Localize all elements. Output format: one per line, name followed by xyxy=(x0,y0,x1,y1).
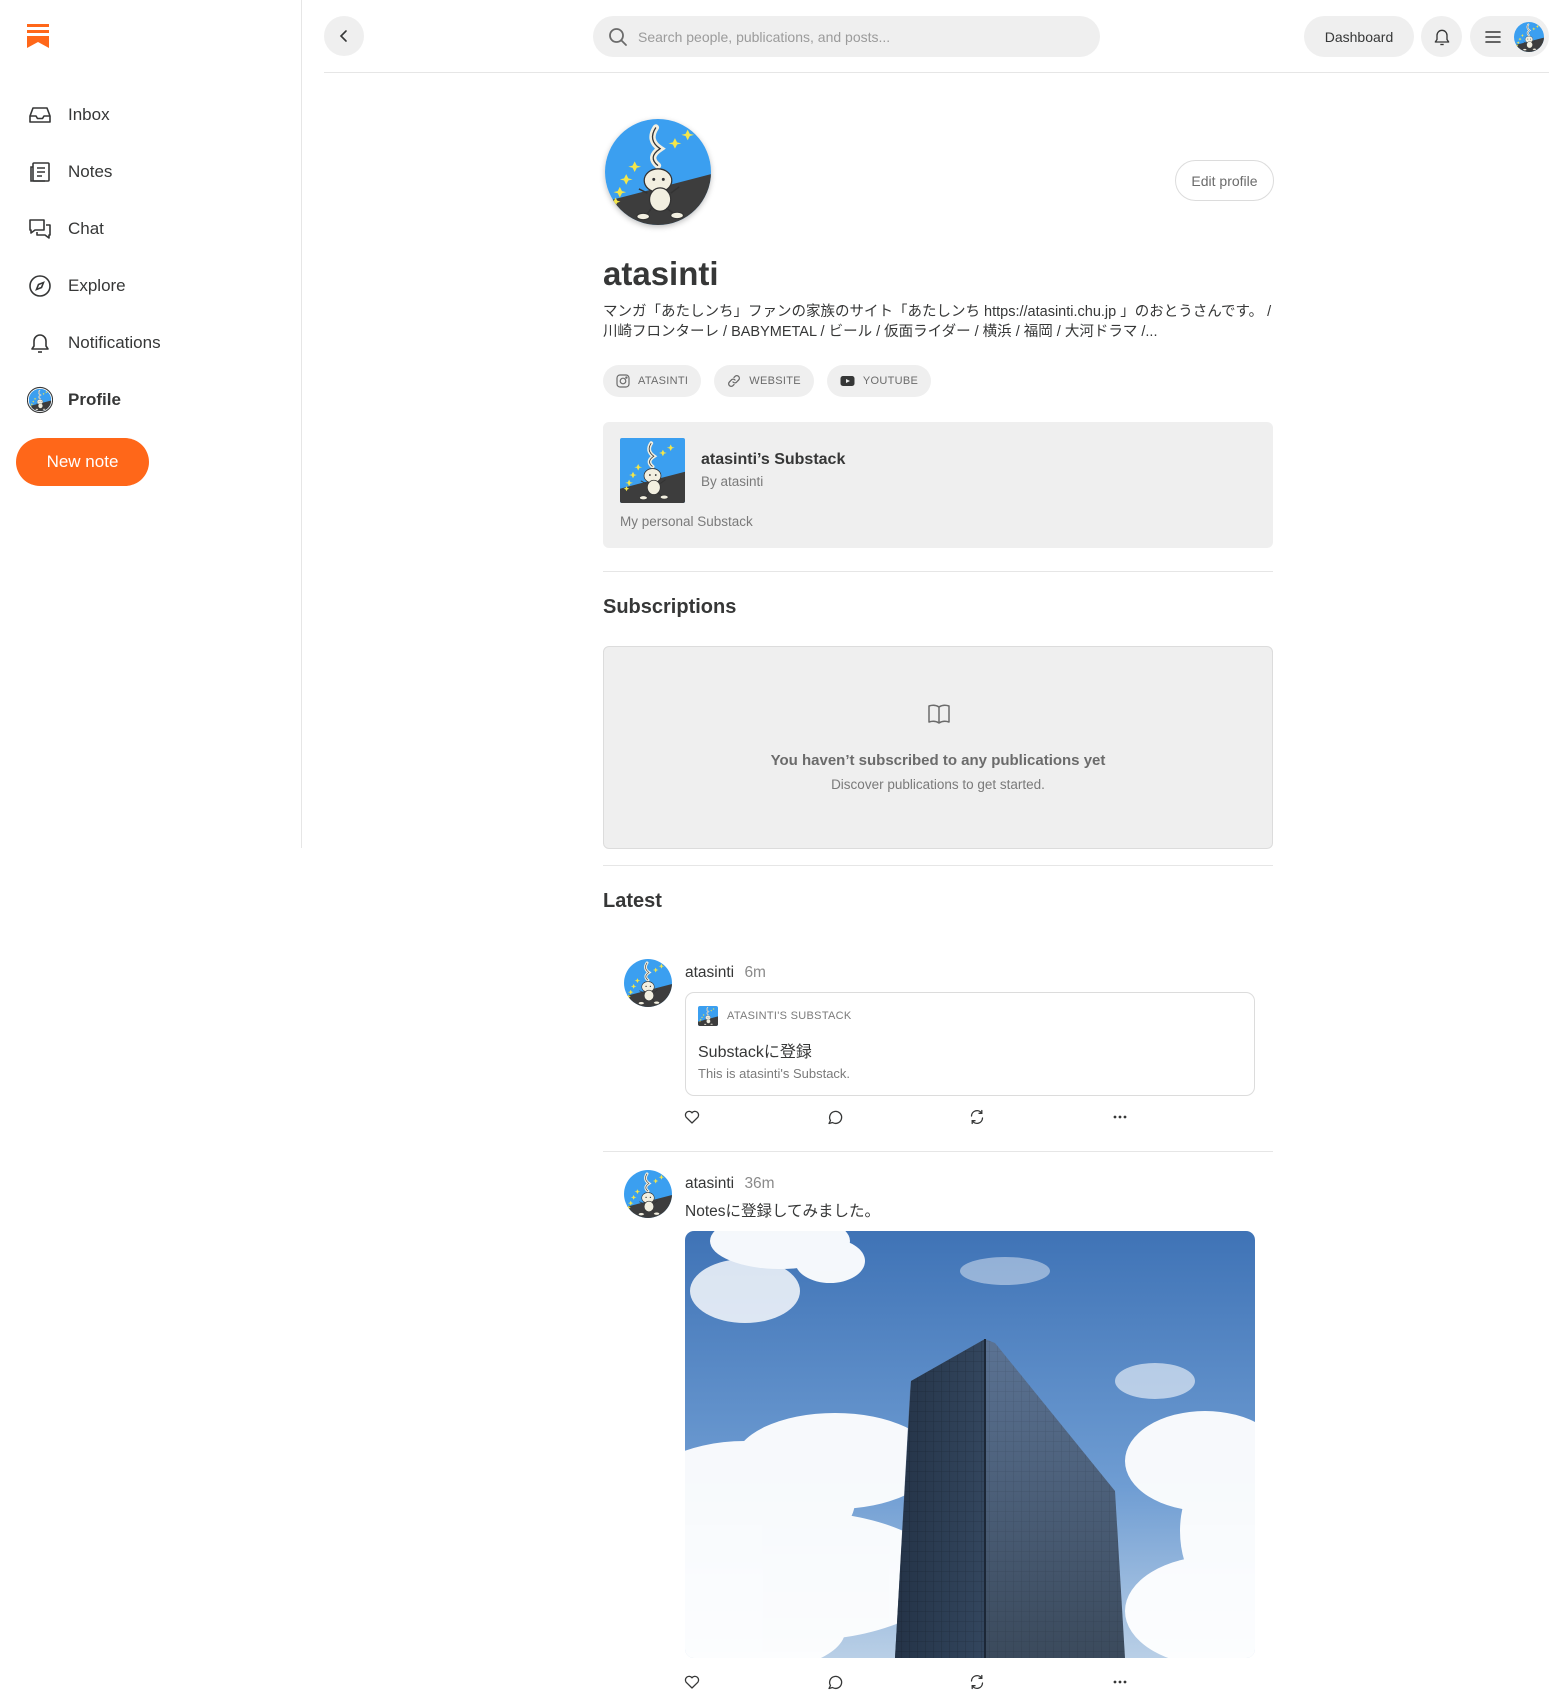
substack-logo-icon[interactable] xyxy=(27,24,49,48)
top-bar: Dashboard xyxy=(324,0,1549,73)
note-time[interactable]: 6m xyxy=(744,964,766,981)
chat-icon xyxy=(27,216,53,242)
empty-state-subtitle: Discover publications to get started. xyxy=(831,777,1045,792)
youtube-icon xyxy=(840,375,855,387)
new-note-button[interactable]: New note xyxy=(16,438,149,486)
sidebar-item-notifications[interactable]: Notifications xyxy=(16,314,286,371)
bell-icon xyxy=(1434,29,1449,45)
note-author[interactable]: atasinti xyxy=(685,964,734,981)
sidebar-item-inbox[interactable]: Inbox xyxy=(16,86,286,143)
sidebar-item-explore[interactable]: Explore xyxy=(16,257,286,314)
profile-name: atasinti xyxy=(603,255,719,292)
edit-profile-button[interactable]: Edit profile xyxy=(1175,160,1274,201)
comment-icon[interactable] xyxy=(823,1105,847,1129)
subscriptions-heading: Subscriptions xyxy=(603,596,737,618)
note-image[interactable] xyxy=(685,1231,1255,1658)
notes-icon xyxy=(27,159,53,185)
note-author[interactable]: atasinti xyxy=(685,1175,734,1192)
publication-logo xyxy=(620,438,685,503)
avatar[interactable] xyxy=(624,1170,672,1218)
more-options-icon[interactable] xyxy=(1108,1670,1132,1694)
sidebar-item-label: Notes xyxy=(68,161,113,181)
latest-heading: Latest xyxy=(603,890,662,912)
profile-avatar[interactable] xyxy=(605,119,711,225)
inbox-icon xyxy=(27,102,53,128)
publication-title: atasinti’s Substack xyxy=(701,451,846,468)
avatar[interactable] xyxy=(624,959,672,1007)
note-header: atasinti 6m xyxy=(685,964,766,982)
sidebar-item-label: Chat xyxy=(68,218,104,238)
sidebar-item-chat[interactable]: Chat xyxy=(16,200,286,257)
search-input[interactable] xyxy=(638,28,1078,45)
embed-subtitle: This is atasinti's Substack. xyxy=(698,1066,851,1081)
embed-publication-name: ATASINTI'S SUBSTACK xyxy=(727,1010,852,1022)
note-item: atasinti 36m Notesに登録してみました。 xyxy=(603,1170,1273,1698)
like-icon[interactable] xyxy=(680,1105,704,1129)
link-label: ATASINTI xyxy=(638,375,689,387)
sidebar-item-label: Profile xyxy=(68,389,121,409)
youtube-link[interactable]: YOUTUBE xyxy=(826,365,932,397)
restack-icon[interactable] xyxy=(965,1105,989,1129)
publication-card[interactable]: atasinti’s Substack By atasinti My perso… xyxy=(603,422,1273,548)
dashboard-button[interactable]: Dashboard xyxy=(1304,16,1414,57)
sidebar-item-notes[interactable]: Notes xyxy=(16,143,286,200)
comment-icon[interactable] xyxy=(823,1670,847,1694)
publication-description: My personal Substack xyxy=(620,514,753,529)
instagram-link[interactable]: ATASINTI xyxy=(603,365,702,397)
book-icon xyxy=(927,703,951,730)
publication-logo xyxy=(698,1006,718,1026)
divider xyxy=(603,571,1273,572)
sidebar-item-label: Explore xyxy=(68,275,126,295)
note-text: Notesに登録してみました。 xyxy=(685,1203,881,1220)
link-label: YOUTUBE xyxy=(862,375,919,387)
notifications-button[interactable] xyxy=(1421,16,1462,57)
avatar xyxy=(1514,21,1544,52)
publication-byline: By atasinti xyxy=(701,474,764,489)
chevron-left-icon xyxy=(339,30,347,42)
sidebar-item-label: Inbox xyxy=(68,104,110,124)
embed-title: Substackに登録 xyxy=(698,1044,812,1061)
note-time[interactable]: 36m xyxy=(744,1175,774,1192)
link-label: WEBSITE xyxy=(749,375,801,387)
more-options-icon[interactable] xyxy=(1108,1105,1132,1129)
note-actions xyxy=(684,1670,1145,1694)
account-menu-button[interactable] xyxy=(1470,16,1549,57)
link-icon xyxy=(727,374,741,388)
note-header: atasinti 36m xyxy=(685,1175,775,1193)
website-link[interactable]: WEBSITE xyxy=(714,365,814,397)
divider xyxy=(603,1151,1273,1152)
search-icon xyxy=(609,27,627,46)
profile-bio: マンガ「あたしンち」ファンの家族のサイト「あたしンち https://atasi… xyxy=(603,304,1272,340)
sidebar-item-profile[interactable]: Profile xyxy=(16,371,286,428)
sidebar: Inbox Notes Chat Explore Notifications P… xyxy=(0,0,302,848)
profile-links: ATASINTI WEBSITE YOUTUBE xyxy=(603,365,932,397)
note-item: atasinti 6m ATASINTI'S SUBSTACK Substack… xyxy=(603,959,1273,1129)
subscriptions-empty-state: You haven’t subscribed to any publicatio… xyxy=(603,646,1273,849)
compass-icon xyxy=(27,273,53,299)
search-bar[interactable] xyxy=(593,16,1100,57)
embedded-post-card[interactable]: ATASINTI'S SUBSTACK Substackに登録 This is … xyxy=(685,992,1255,1096)
empty-state-title: You haven’t subscribed to any publicatio… xyxy=(770,752,1106,769)
sidebar-nav: Inbox Notes Chat Explore Notifications P… xyxy=(16,86,286,428)
note-actions xyxy=(684,1105,1145,1129)
sidebar-item-label: Notifications xyxy=(68,332,161,352)
instagram-icon xyxy=(616,374,630,388)
restack-icon[interactable] xyxy=(965,1670,989,1694)
bell-icon xyxy=(27,330,53,356)
avatar xyxy=(27,386,53,413)
back-button[interactable] xyxy=(324,16,364,56)
like-icon[interactable] xyxy=(680,1670,704,1694)
hamburger-menu-icon xyxy=(1485,30,1501,43)
divider xyxy=(603,865,1273,866)
